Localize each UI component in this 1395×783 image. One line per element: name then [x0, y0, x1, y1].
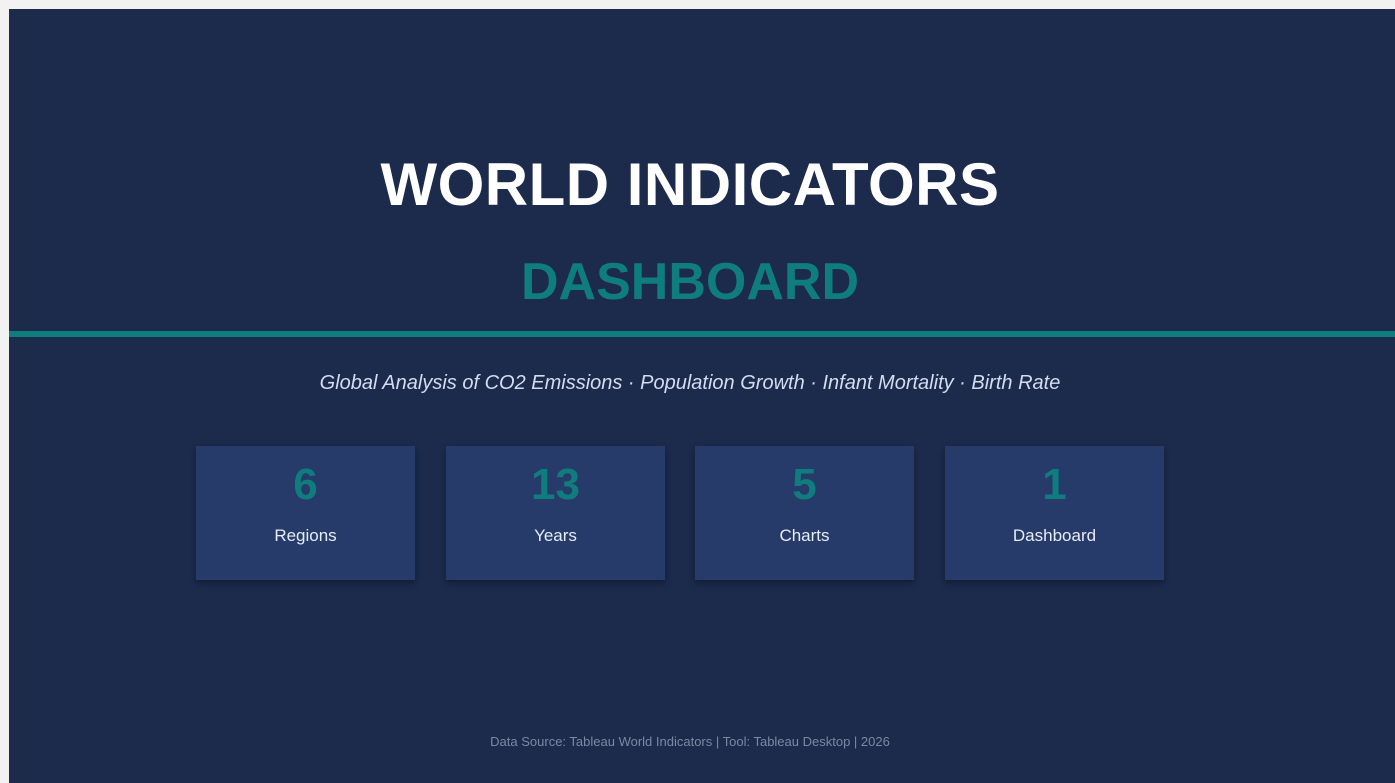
stat-card-regions: 6 Regions — [196, 446, 415, 580]
stat-card-dashboard: 1 Dashboard — [945, 446, 1164, 580]
page-title: WORLD INDICATORS — [380, 151, 1000, 218]
tagline: Global Analysis of CO2 Emissions · Popul… — [319, 372, 1061, 394]
stat-value: 13 — [531, 460, 580, 509]
stat-value: 6 — [293, 460, 318, 509]
stat-label: Dashboard — [1012, 526, 1097, 545]
stat-label: Regions — [274, 526, 337, 545]
footer-source: Data Source: Tableau World Indicators | … — [490, 734, 890, 749]
accent-divider — [9, 331, 1395, 337]
stats-row: 6 Regions 13 Years 5 Charts 1 Dashboard — [196, 446, 1164, 580]
stat-label: Charts — [779, 526, 830, 545]
page-subtitle: DASHBOARD — [521, 253, 859, 311]
stat-card-charts: 5 Charts — [695, 446, 914, 580]
stat-value: 5 — [792, 460, 817, 509]
stat-label: Years — [534, 526, 577, 545]
title-slide: WORLD INDICATORS DASHBOARD Global Analys… — [9, 9, 1395, 783]
stat-card-years: 13 Years — [446, 446, 665, 580]
stat-value: 1 — [1042, 460, 1067, 509]
